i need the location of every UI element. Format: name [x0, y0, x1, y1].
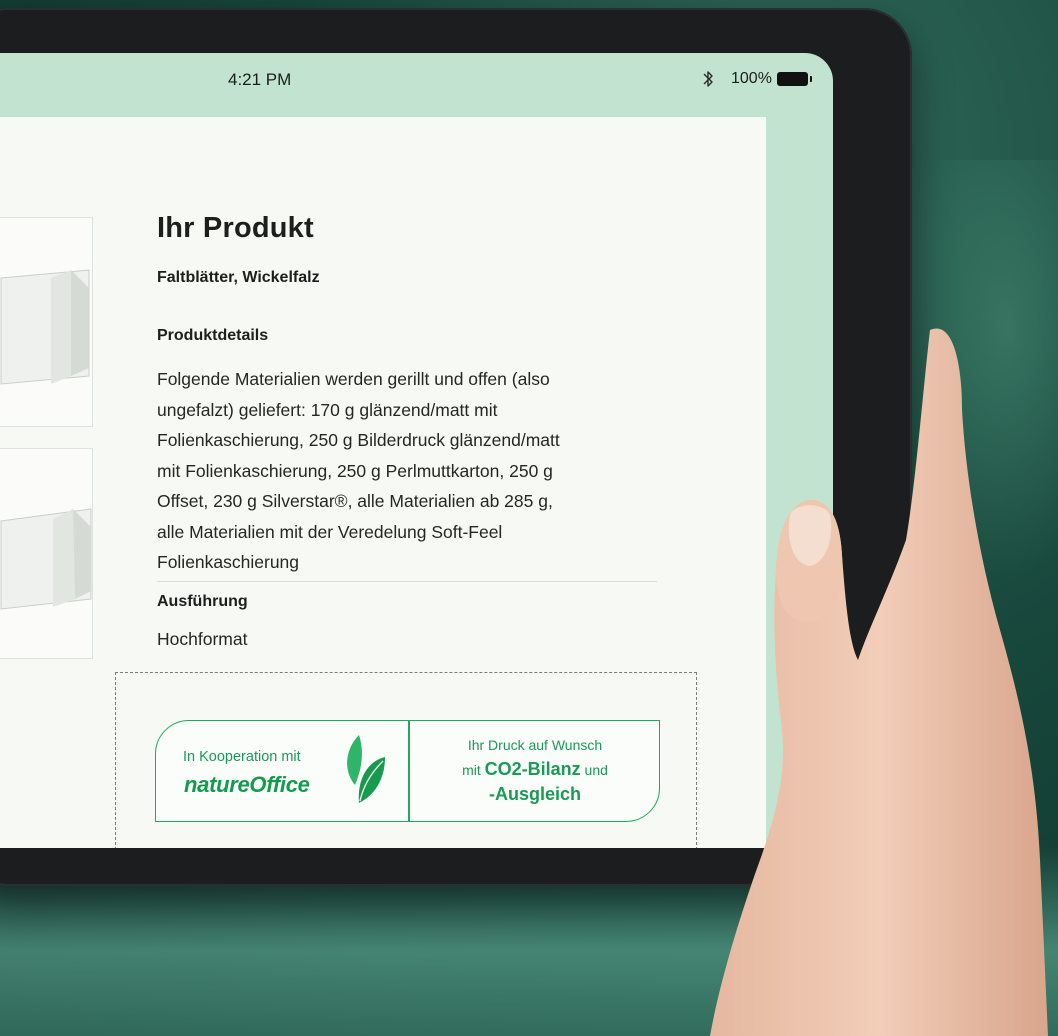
- battery-percent: 100%: [731, 70, 772, 87]
- product-thumbnail[interactable]: [0, 448, 93, 659]
- page-title: Ihr Produkt: [157, 212, 314, 244]
- product-thumbnail[interactable]: [0, 217, 93, 427]
- details-heading: Produktdetails: [157, 327, 269, 344]
- execution-heading: Ausführung: [157, 593, 248, 610]
- section-divider: [157, 581, 657, 582]
- eco-text-line3: -Ausgleich: [488, 784, 581, 804]
- battery-full-icon: [777, 72, 812, 86]
- folded-brochure-image: [0, 269, 90, 385]
- leaf-icon: [347, 735, 385, 803]
- details-text: Folgende Materialien werden gerillt und …: [157, 369, 560, 572]
- eco-text-line1: Ihr Druck auf Wunsch: [467, 737, 603, 753]
- eco-text-line2: mit CO2-Bilanz und: [410, 759, 660, 780]
- co2-balance-highlight: CO2-Bilanz: [484, 759, 581, 779]
- hand-photo: [710, 328, 1048, 1036]
- nature-office-badge[interactable]: In Kooperation mit natureOffice Ihr Druc…: [155, 720, 660, 822]
- cooperation-label: In Kooperation mit: [183, 749, 301, 765]
- status-bar: 4:21 PM 100%: [0, 53, 833, 108]
- folded-brochure-image: [0, 508, 92, 610]
- bluetooth-icon: [703, 71, 713, 87]
- product-type: Faltblätter, Wickelfalz: [157, 269, 320, 286]
- eco-info-box: In Kooperation mit natureOffice Ihr Druc…: [115, 672, 697, 848]
- product-page: Ihr Produkt Faltblätter, Wickelfalz Prod…: [0, 117, 766, 848]
- eco-text-suffix: und: [584, 762, 608, 778]
- status-time: 4:21 PM: [228, 70, 292, 89]
- nature-office-logo: natureOffice: [184, 772, 310, 797]
- execution-value: Hochformat: [157, 629, 248, 649]
- eco-text-prefix: mit: [462, 762, 481, 778]
